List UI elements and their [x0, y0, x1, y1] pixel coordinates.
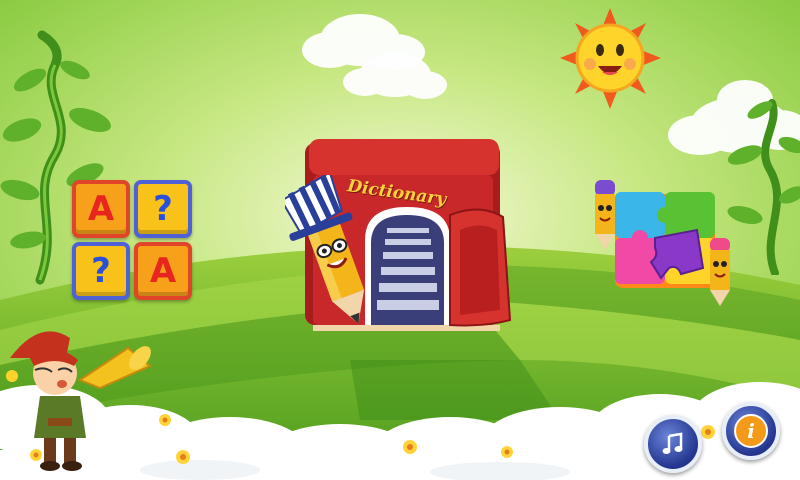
pencil-mascot: [595, 180, 615, 250]
letter-matching-game-button[interactable]: A ? ? A: [72, 180, 194, 302]
sun-character: [560, 8, 661, 109]
music-button[interactable]: [644, 415, 702, 473]
question-tile: ?: [134, 180, 192, 238]
game-menu-scene: A ? ? A Dictionary i: [0, 0, 800, 480]
pencil-mascot: [710, 238, 730, 306]
question-tile: ?: [72, 242, 130, 300]
pencil-mascot: [285, 175, 365, 324]
info-button[interactable]: i: [722, 402, 780, 460]
puzzle-game-button[interactable]: [585, 178, 740, 308]
letter-tile: A: [72, 180, 130, 238]
dictionary-book-button[interactable]: Dictionary: [285, 135, 520, 345]
music-note-icon: [662, 432, 683, 454]
info-icon: i: [734, 414, 768, 448]
letter-tile: A: [134, 242, 192, 300]
elf-character: [6, 331, 152, 471]
